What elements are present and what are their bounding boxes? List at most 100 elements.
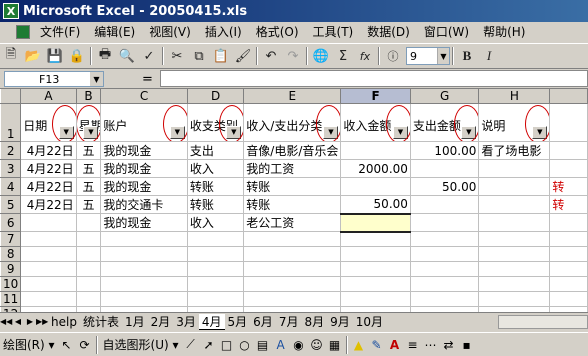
cell[interactable]: 转账 xyxy=(243,195,342,214)
filter-dropdown-icon[interactable]: ▼ xyxy=(461,126,477,139)
menu-data[interactable]: 数据(D) xyxy=(360,23,417,41)
open-icon[interactable]: 📂 xyxy=(22,45,44,67)
formula-input[interactable] xyxy=(160,70,588,87)
cell[interactable]: 支出 xyxy=(186,141,245,160)
cell[interactable] xyxy=(409,159,480,178)
cell[interactable]: 看了场电影 xyxy=(478,141,551,160)
cell[interactable] xyxy=(478,177,551,196)
cell[interactable]: 老公工资 xyxy=(243,213,342,232)
column-header-c[interactable]: C xyxy=(100,88,188,104)
cell[interactable]: 五 xyxy=(75,195,102,214)
menu-insert[interactable]: 插入(I) xyxy=(198,23,249,41)
header-cell-date[interactable]: 日期 ▼ xyxy=(20,103,77,142)
rotate-icon[interactable]: ⟳ xyxy=(76,336,94,354)
cell[interactable]: 五 xyxy=(75,141,102,160)
cell[interactable] xyxy=(75,213,102,232)
row-header[interactable]: 10 xyxy=(0,276,22,292)
cell[interactable]: 4月22日 xyxy=(20,195,77,214)
cell[interactable] xyxy=(478,213,551,232)
next-sheet-icon[interactable]: ▶ xyxy=(24,315,36,329)
row-header[interactable]: 8 xyxy=(0,246,22,262)
textbox-icon[interactable]: ▤ xyxy=(254,336,272,354)
sheet-tab-summary[interactable]: 统计表 xyxy=(80,314,122,330)
chevron-down-icon[interactable]: ▼ xyxy=(90,72,103,86)
name-box[interactable]: F13 ▼ xyxy=(4,71,104,87)
cell[interactable]: 转 xyxy=(549,177,588,196)
arrow-icon[interactable]: ➚ xyxy=(200,336,218,354)
help-icon[interactable]: ⓘ xyxy=(382,45,404,67)
filter-dropdown-icon[interactable]: ▼ xyxy=(83,126,99,139)
header-cell-income[interactable]: 收入金额 ▼ xyxy=(340,103,411,142)
prev-sheet-icon[interactable]: ◀ xyxy=(12,315,24,329)
row-header[interactable]: 4 xyxy=(0,177,22,196)
cell[interactable] xyxy=(409,195,480,214)
cell[interactable]: 我的交通卡 xyxy=(100,195,188,214)
filter-dropdown-icon[interactable]: ▼ xyxy=(226,126,242,139)
cell[interactable]: 收入 xyxy=(186,213,245,232)
cell[interactable]: 转 xyxy=(549,195,588,214)
line-style-icon[interactable]: ≡ xyxy=(404,336,422,354)
sheet-tab-feb[interactable]: 2月 xyxy=(148,314,174,330)
row-header[interactable]: 7 xyxy=(0,231,22,247)
sheet-tab-may[interactable]: 5月 xyxy=(225,314,251,330)
save-icon[interactable]: 💾 xyxy=(44,45,66,67)
row-header[interactable]: 2 xyxy=(0,141,22,160)
menu-format[interactable]: 格式(O) xyxy=(249,23,306,41)
cell[interactable]: 五 xyxy=(75,159,102,178)
diagram-icon[interactable]: ◉ xyxy=(290,336,308,354)
shadow-icon[interactable]: ▪ xyxy=(458,336,476,354)
header-cell-category[interactable]: 收入/支出分类 ▼ xyxy=(243,103,342,142)
filter-dropdown-icon[interactable]: ▼ xyxy=(532,126,548,139)
cell[interactable]: 2000.00 xyxy=(340,159,411,178)
cell[interactable]: 我的工资 xyxy=(243,159,342,178)
font-color-icon[interactable]: A xyxy=(386,336,404,354)
column-header-a[interactable]: A xyxy=(20,88,77,104)
chevron-down-icon[interactable]: ▼ xyxy=(437,48,449,64)
cut-icon[interactable]: ✂ xyxy=(166,45,188,67)
cell[interactable]: 100.00 xyxy=(409,141,480,160)
row-header[interactable]: 9 xyxy=(0,261,22,277)
line-color-icon[interactable]: ✎ xyxy=(368,336,386,354)
wordart-icon[interactable]: A xyxy=(272,336,290,354)
row-header[interactable]: 6 xyxy=(0,213,22,232)
filter-dropdown-icon[interactable]: ▼ xyxy=(392,126,408,139)
format-painter-icon[interactable]: 🖌 xyxy=(232,45,254,67)
cell[interactable]: 转账 xyxy=(186,195,245,214)
bold-button[interactable]: B xyxy=(456,45,478,67)
menu-window[interactable]: 窗口(W) xyxy=(417,23,476,41)
cell[interactable]: 我的现金 xyxy=(100,141,188,160)
header-cell-expense[interactable]: 支出金额 ▼ xyxy=(409,103,480,142)
worksheet-grid[interactable]: A B C D E F G H 1 日期▼ 星期▼ 账户▼ 收支类别▼ 收入/支… xyxy=(0,88,588,312)
redo-icon[interactable]: ↷ xyxy=(282,45,304,67)
last-sheet-icon[interactable]: ▶▶ xyxy=(36,315,48,329)
cell[interactable]: 50.00 xyxy=(409,177,480,196)
sheet-tab-apr[interactable]: 4月 xyxy=(198,313,225,330)
permission-icon[interactable]: 🔒 xyxy=(66,45,88,67)
cell[interactable]: 4月22日 xyxy=(20,141,77,160)
cell[interactable]: 五 xyxy=(75,177,102,196)
oval-icon[interactable]: ○ xyxy=(236,336,254,354)
sheet-tab-oct[interactable]: 10月 xyxy=(353,314,386,330)
sheet-tab-jan[interactable]: 1月 xyxy=(122,314,148,330)
autoshapes-menu-button[interactable]: 自选图形(U) ▾ xyxy=(100,336,182,353)
print-icon[interactable]: 🖶 xyxy=(94,45,116,67)
menu-view[interactable]: 视图(V) xyxy=(142,23,198,41)
row-header[interactable]: 1 xyxy=(0,103,22,142)
sheet-tab-jun[interactable]: 6月 xyxy=(250,314,276,330)
column-header-f[interactable]: F xyxy=(340,88,411,104)
function-icon[interactable]: fx xyxy=(354,45,376,67)
header-cell-account[interactable]: 账户 ▼ xyxy=(100,103,188,142)
horizontal-scrollbar[interactable] xyxy=(498,314,588,329)
row-header[interactable]: 3 xyxy=(0,159,22,178)
cell[interactable] xyxy=(340,141,411,160)
clipart-icon[interactable]: ☺ xyxy=(308,336,326,354)
cell[interactable]: 音像/电影/音乐会 xyxy=(243,141,342,160)
line-icon[interactable]: ⟋ xyxy=(182,336,200,354)
sheet-tab-mar[interactable]: 3月 xyxy=(173,314,199,330)
cell[interactable] xyxy=(549,213,588,232)
arrow-style-icon[interactable]: ⇄ xyxy=(440,336,458,354)
cell[interactable] xyxy=(20,213,77,232)
column-header-i[interactable] xyxy=(549,88,588,104)
sheet-tab-jul[interactable]: 7月 xyxy=(276,314,302,330)
filter-dropdown-icon[interactable]: ▼ xyxy=(323,126,339,139)
